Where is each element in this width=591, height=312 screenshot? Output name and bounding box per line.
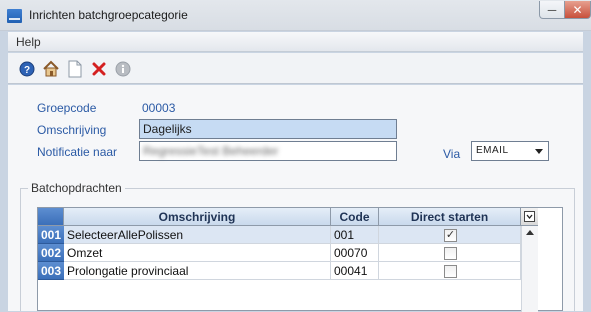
new-document-icon[interactable] bbox=[66, 60, 84, 78]
row-number: 002 bbox=[38, 244, 64, 262]
delete-icon[interactable] bbox=[90, 60, 108, 78]
column-direct-starten[interactable]: Direct starten bbox=[379, 208, 521, 226]
app-icon bbox=[7, 9, 22, 23]
grid-corner-header bbox=[38, 208, 64, 226]
batch-group-title: Batchopdrachten bbox=[28, 181, 125, 195]
via-select[interactable]: EMAIL bbox=[471, 141, 549, 161]
close-button[interactable]: ✕ bbox=[564, 1, 591, 19]
batch-grid: Omschrijving Code Direct starten 001 Sel… bbox=[37, 207, 563, 312]
menu-bar: Help bbox=[8, 32, 583, 52]
minimize-button[interactable]: ─ bbox=[539, 1, 565, 19]
home-icon[interactable] bbox=[42, 60, 60, 78]
row-number: 003 bbox=[38, 262, 64, 280]
cell-omschrijving[interactable]: SelecteerAllePolissen bbox=[64, 226, 331, 244]
scroll-up-icon[interactable] bbox=[526, 230, 534, 235]
row-number: 001 bbox=[38, 226, 64, 244]
cell-code[interactable]: 001 bbox=[331, 226, 379, 244]
cell-code[interactable]: 00041 bbox=[331, 262, 379, 280]
via-value: EMAIL bbox=[476, 145, 509, 156]
help-icon[interactable]: ? bbox=[18, 60, 36, 78]
svg-text:?: ? bbox=[24, 65, 30, 76]
window-title: Inrichten batchgroepcategorie bbox=[29, 8, 188, 22]
grid-scrollbar[interactable] bbox=[521, 226, 538, 312]
toolbar: ? bbox=[8, 53, 583, 84]
info-icon[interactable] bbox=[114, 60, 132, 78]
direct-starten-checkbox[interactable] bbox=[444, 247, 457, 260]
omschrijving-value: Dagelijks bbox=[143, 122, 192, 136]
column-omschrijving[interactable]: Omschrijving bbox=[64, 208, 331, 226]
omschrijving-field[interactable]: Dagelijks bbox=[139, 119, 397, 139]
column-code[interactable]: Code bbox=[331, 208, 379, 226]
direct-starten-checkbox[interactable]: ✓ bbox=[444, 229, 457, 242]
cell-omschrijving[interactable]: Prolongatie provinciaal bbox=[64, 262, 331, 280]
chevron-down-icon bbox=[535, 149, 543, 154]
menu-help[interactable]: Help bbox=[16, 35, 41, 49]
notificatie-field[interactable]: RegressieTest Beheerder bbox=[139, 141, 397, 161]
via-label: Via bbox=[443, 147, 461, 161]
cell-omschrijving[interactable]: Omzet bbox=[64, 244, 331, 262]
direct-starten-checkbox[interactable] bbox=[444, 265, 457, 278]
omschrijving-label: Omschrijving bbox=[37, 123, 107, 137]
notificatie-value: RegressieTest Beheerder bbox=[143, 144, 279, 158]
groepcode-value: 00003 bbox=[142, 101, 176, 115]
title-bar: Inrichten batchgroepcategorie ─ ✕ bbox=[0, 0, 591, 31]
cell-code[interactable]: 00070 bbox=[331, 244, 379, 262]
groepcode-label: Groepcode bbox=[37, 101, 97, 115]
grid-options-icon[interactable] bbox=[521, 208, 538, 226]
form-content: Groepcode 00003 Omschrijving Dagelijks N… bbox=[8, 85, 583, 312]
notificatie-label: Notificatie naar bbox=[37, 145, 118, 159]
